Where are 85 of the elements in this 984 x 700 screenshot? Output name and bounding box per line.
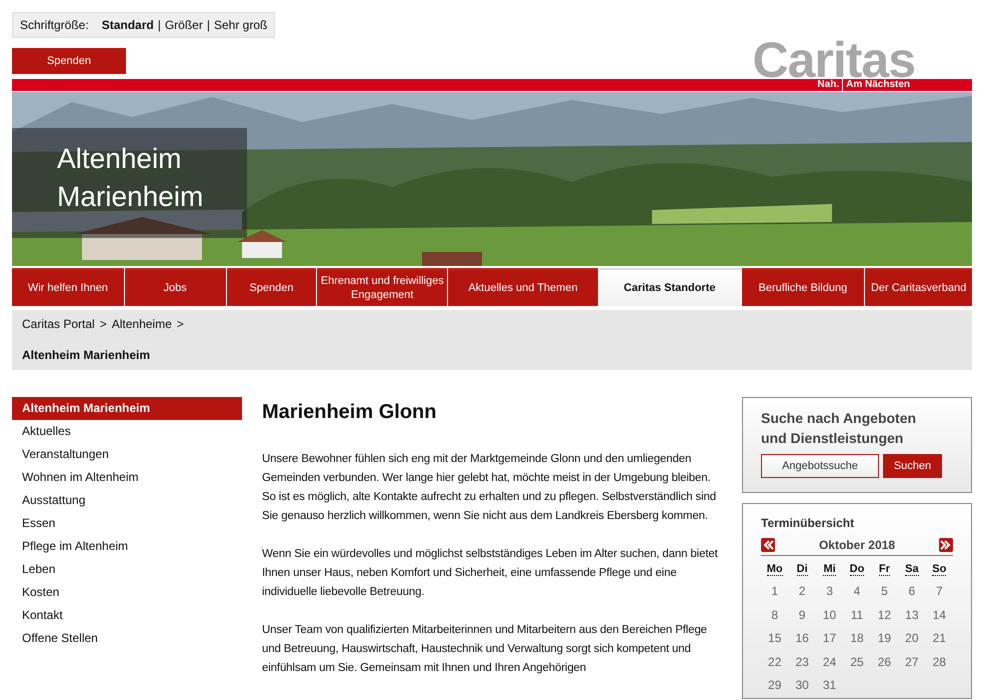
breadcrumb-link[interactable]: Altenheim Marienheim [22,348,150,362]
tagline-text: Nah. [816,79,840,91]
font-size-link[interactable]: Sehr groß [214,18,268,32]
breadcrumb-link[interactable]: Caritas Portal [22,317,95,331]
calendar-day[interactable]: 30 [788,678,816,692]
separator: | [206,18,210,32]
font-size-link[interactable]: Standard [102,18,154,32]
calendar-day[interactable]: 5 [870,584,898,598]
weekday-label: Mo [766,562,783,576]
double-right-chevron-icon [938,538,953,552]
nav-tab[interactable]: Spenden [226,268,316,306]
sidebar-item[interactable]: Veranstaltungen [12,443,242,466]
calendar-day[interactable]: 27 [898,654,926,669]
separator: | [158,18,161,32]
nav-tab[interactable]: Wir helfen Ihnen [12,268,124,306]
sidebar-item[interactable]: Ausstattung [12,489,242,512]
calendar-day[interactable]: 31 [816,678,844,692]
font-size-link[interactable]: Größer [164,18,203,32]
calendar-day[interactable]: 20 [898,631,926,646]
next-month-button[interactable] [938,538,953,552]
search-button[interactable]: Suchen [883,454,942,478]
calendar-day[interactable]: 3 [816,584,844,598]
nav-tab[interactable]: Der Caritasverband [865,268,972,306]
previous-month-button[interactable] [761,538,775,552]
nav-tab[interactable]: Jobs [124,268,226,306]
calendar-day[interactable]: 17 [816,631,844,646]
weekday-label: Do [850,562,864,576]
calendar-day[interactable]: 26 [870,654,898,669]
breadcrumb-separator: > [100,317,107,331]
donate-button[interactable]: Spenden [12,48,126,74]
breadcrumb-separator: > [176,317,184,331]
sidebar-item[interactable]: Leben [12,558,242,581]
breadcrumb-link[interactable]: Altenheime [112,317,172,331]
sidebar-item[interactable]: Pflege im Altenheim [12,535,242,558]
font-size-label: Schriftgröße: [20,18,89,32]
calendar-day[interactable]: 11 [843,608,871,622]
weekday-label: Mi [823,562,836,576]
calendar-day[interactable]: 14 [926,608,953,622]
search-field[interactable]: Angebotssuche [761,454,879,478]
calendar-day[interactable]: 23 [788,654,816,669]
double-left-chevron-icon [761,538,775,552]
nav-tab[interactable]: Ehrenamt und freiwilliges Engagement [317,268,448,306]
calendar-day[interactable]: 21 [926,631,953,646]
article-paragraph: Unser Team von qualifizierten Mitarbeiterinnen und Mitarbeitern aus den Bereichen Pflege und Betreuung, Hauswirtschaft, Haustechnik und Verwaltung sorgt sich kompetent und einfühlsam um Sie. Gemeinsam mit Ihnen und Ihren Angehörigen [262,623,708,676]
calendar-day[interactable]: 18 [843,631,871,646]
calendar-day[interactable]: 13 [898,608,926,622]
search-heading: Suche nach Angeboten und Dienstleistungen [761,409,918,448]
calendar-day[interactable]: 29 [761,678,788,692]
page-title: Altenheim Marienheim [12,128,247,238]
calendar-day[interactable]: 12 [870,608,898,622]
calendar-day[interactable]: 9 [788,608,816,622]
calendar-day[interactable]: 1 [761,584,788,598]
calendar-day[interactable]: 16 [788,631,816,646]
nav-tab[interactable]: Caritas Standorte [598,268,740,306]
calendar-day[interactable]: 15 [761,631,788,646]
calendar-day[interactable]: 24 [816,654,844,669]
article-paragraph: Unsere Bewohner fühlen sich eng mit der Marktgemeinde Glonn und den umliegenden Gemeinden verbunden. Wer lange hier gelebt hat, möchte meist in der Umgebung bleiben. So ist es möglich, alte Kontakte aufrecht zu erhalten und zu pflegen. Selbstverständlich sind Sie genauso herzlich willkommen, wenn Sie nicht aus dem Landkreis Ebersberg kommen. [262,452,717,524]
tagline-text: Am Nächsten [842,79,913,91]
article-paragraph: Wenn Sie ein würdevolles und möglichst selbstständiges Leben im Alter suchen, dann bietet Ihnen unser Haus, neben Komfort und Sicherheit, eine umfassende Pflege und eine individuelle liebevolle Betreuung. [262,547,719,600]
weekday-label: Sa [905,562,919,576]
calendar-day[interactable]: 7 [926,584,953,598]
calendar-day[interactable]: 8 [761,608,788,622]
calendar-day[interactable]: 6 [898,584,926,598]
calendar-day[interactable]: 19 [870,631,898,646]
nav-tab[interactable]: Berufliche Bildung [742,268,864,306]
weekday-label: Di [796,562,808,576]
weekday-label: So [932,562,946,576]
sidebar-item[interactable]: Aktuelles [12,420,242,443]
sidebar-item[interactable]: Altenheim Marienheim [12,397,242,420]
sidebar-item[interactable]: Essen [12,512,242,535]
article-heading: Marienheim Glonn [262,400,438,424]
nav-tab[interactable]: Aktuelles und Themen [448,268,598,306]
calendar-day[interactable]: 28 [926,654,953,669]
sidebar-item[interactable]: Kontakt [12,604,242,627]
calendar-day[interactable]: 22 [761,654,788,669]
calendar-heading: Terminübersicht [761,516,856,530]
sidebar-item[interactable]: Wohnen im Altenheim [12,466,242,489]
calendar-day[interactable]: 10 [816,608,844,622]
calendar-day[interactable]: 4 [843,584,871,598]
weekday-label: Fr [878,562,890,576]
sidebar-item[interactable]: Offene Stellen [12,627,242,650]
calendar-day[interactable]: 25 [843,654,871,669]
sidebar-item[interactable]: Kosten [12,581,242,604]
calendar-day[interactable]: 2 [788,584,816,598]
month-label: Oktober 2018 [818,538,896,552]
